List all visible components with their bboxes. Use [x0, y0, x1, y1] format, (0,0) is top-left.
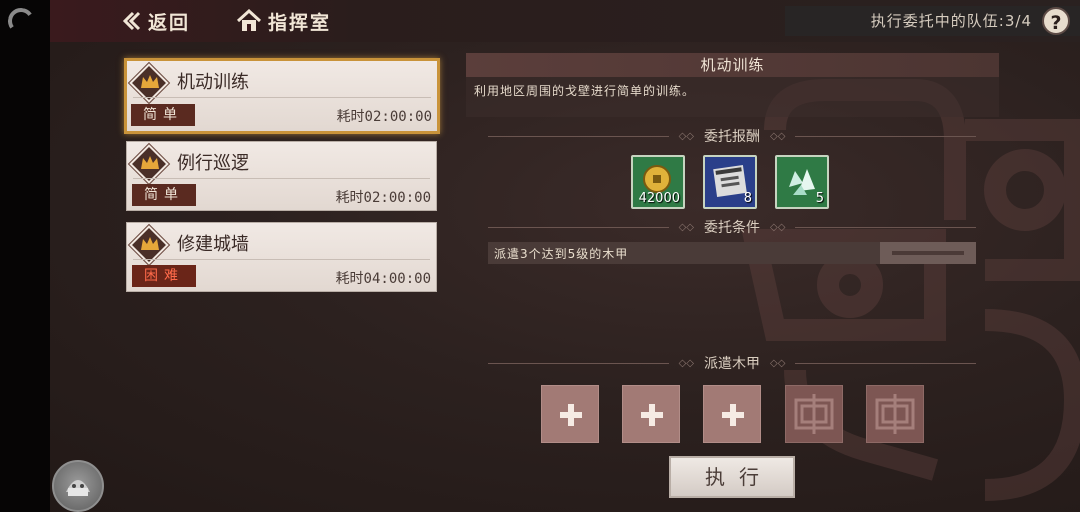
reward-item-gold[interactable]: 42000 — [631, 155, 685, 209]
mission-card-1[interactable]: 例行巡逻 简单 耗时02:00:00 — [126, 141, 437, 211]
divider — [795, 362, 976, 364]
crown-icon — [141, 237, 159, 250]
ornament-icon: ◇◇ — [678, 221, 694, 233]
mission-card-0[interactable]: 机动训练 简单 耗时02:00:00 — [124, 58, 440, 134]
execute-button[interactable]: 执行 — [669, 456, 795, 498]
dispatch-section-header: ◇◇ 派遣木甲 ◇◇ — [488, 353, 976, 373]
ornament-icon: ◇◇ — [770, 221, 786, 233]
plus-icon — [722, 404, 744, 426]
command-room-label: 指挥室 — [268, 11, 332, 34]
command-room-button[interactable]: 指挥室 — [236, 6, 331, 36]
back-label: 返回 — [148, 11, 191, 34]
ornament-icon: ◇◇ — [678, 130, 694, 142]
reward-item-crystal[interactable]: 5 — [775, 155, 829, 209]
difficulty-badge: 简单 — [131, 104, 195, 126]
condition-status — [880, 242, 976, 264]
reward-count: 5 — [815, 191, 824, 206]
mission-title: 修建城墙 — [177, 234, 249, 255]
ornament-icon: ◇◇ — [678, 357, 694, 369]
plus-icon — [641, 404, 663, 426]
condition-text: 派遣3个达到5级的木甲 — [494, 247, 629, 261]
dispatch-slot-add-2[interactable] — [622, 385, 680, 443]
mission-detail-description: 利用地区周围的戈壁进行简单的训练。 — [466, 77, 999, 117]
divider — [488, 135, 669, 137]
mission-duration: 耗时02:00:00 — [335, 190, 431, 206]
condition-status-bar — [892, 251, 964, 255]
divider — [795, 135, 976, 137]
game-screen: 返回 指挥室 执行委托中的队伍:3/4 ? 机动训练 简单 耗时02:00:00… — [0, 0, 1080, 512]
dispatch-section-title: 派遣木甲 — [704, 356, 760, 372]
top-bar: 返回 指挥室 执行委托中的队伍:3/4 ? — [50, 0, 1080, 42]
ornament-icon: ◇◇ — [770, 357, 786, 369]
reward-count: 42000 — [638, 191, 680, 206]
help-button[interactable]: ? — [1042, 7, 1070, 35]
divider — [488, 226, 669, 228]
locked-emblem-icon — [875, 394, 915, 434]
plus-icon — [560, 404, 582, 426]
reward-item-manual[interactable]: 8 — [703, 155, 757, 209]
mission-card-2[interactable]: 修建城墙 困难 耗时04:00:00 — [126, 222, 437, 292]
mission-detail-title: 机动训练 — [466, 53, 999, 77]
crown-icon — [141, 156, 159, 169]
divider — [133, 178, 430, 179]
locked-emblem-icon — [794, 394, 834, 434]
condition-row: 派遣3个达到5级的木甲 — [488, 242, 976, 264]
back-button[interactable]: 返回 — [120, 6, 190, 36]
difficulty-badge: 简单 — [132, 184, 196, 206]
signal-arc-icon — [5, 5, 37, 37]
dispatch-slot-add-1[interactable] — [541, 385, 599, 443]
crown-icon — [141, 75, 159, 88]
active-team-counter: 执行委托中的队伍:3/4 — [870, 12, 1032, 30]
divider — [488, 362, 669, 364]
ornament-icon: ◇◇ — [770, 130, 786, 142]
reward-count: 8 — [743, 191, 752, 206]
assistant-face-icon — [66, 480, 90, 496]
mission-duration: 耗时04:00:00 — [335, 271, 431, 287]
system-edge-strip — [0, 0, 50, 512]
house-icon — [236, 9, 262, 31]
divider — [133, 259, 430, 260]
rewards-section-title: 委托报酬 — [704, 129, 760, 145]
double-chevron-left-icon — [122, 11, 141, 31]
conditions-section-header: ◇◇ 委托条件 ◇◇ — [488, 217, 976, 237]
divider — [795, 226, 976, 228]
dispatch-slot-add-3[interactable] — [703, 385, 761, 443]
difficulty-badge: 困难 — [132, 265, 196, 287]
conditions-section-title: 委托条件 — [704, 220, 760, 236]
dispatch-slot-locked-4 — [785, 385, 843, 443]
mission-title: 机动训练 — [177, 72, 249, 93]
assistant-avatar-button[interactable] — [52, 460, 104, 512]
mission-title: 例行巡逻 — [177, 153, 249, 174]
dispatch-slot-locked-5 — [866, 385, 924, 443]
divider — [133, 97, 431, 98]
rewards-section-header: ◇◇ 委托报酬 ◇◇ — [488, 126, 976, 146]
mission-duration: 耗时02:00:00 — [336, 109, 432, 125]
